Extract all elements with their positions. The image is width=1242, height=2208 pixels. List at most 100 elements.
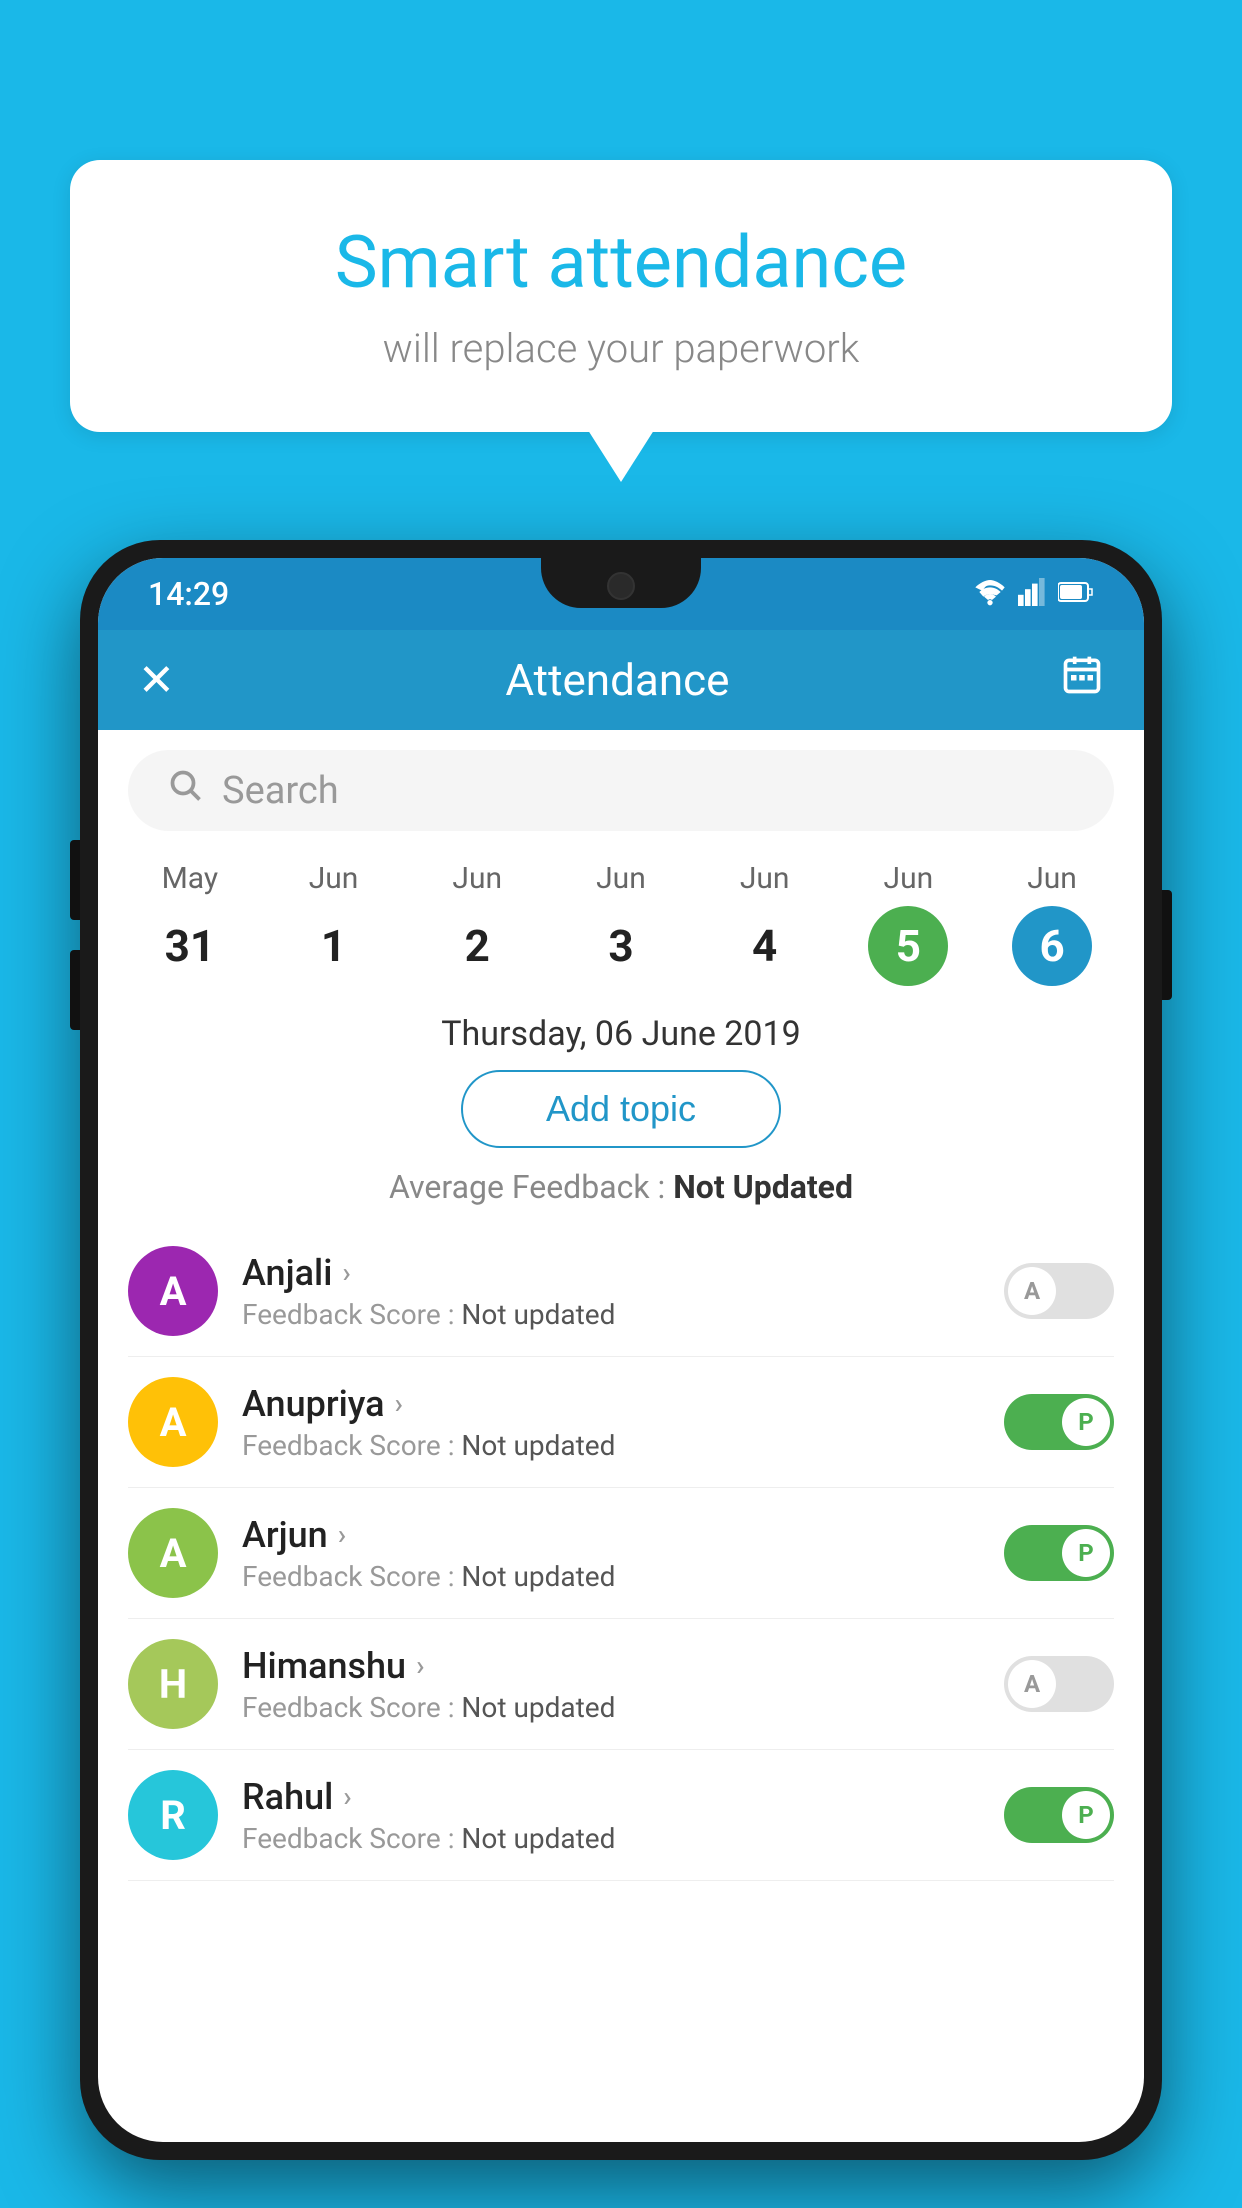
student-name: Anupriya › (242, 1383, 980, 1425)
status-icons (974, 578, 1094, 610)
student-feedback: Feedback Score : Not updated (242, 1429, 980, 1462)
cal-date-number[interactable]: 2 (437, 906, 517, 986)
student-info: Arjun › Feedback Score : Not updated (242, 1514, 980, 1593)
student-info: Himanshu › Feedback Score : Not updated (242, 1645, 980, 1724)
attendance-toggle[interactable]: P (1004, 1394, 1114, 1450)
cal-month-label: Jun (1027, 861, 1077, 896)
student-name: Arjun › (242, 1514, 980, 1556)
speech-bubble-title: Smart attendance (150, 220, 1092, 305)
cal-date-number[interactable]: 4 (725, 906, 805, 986)
student-avatar: H (128, 1639, 218, 1729)
app-header: ✕ Attendance (98, 630, 1144, 730)
toggle-knob: P (1062, 1791, 1110, 1839)
speech-bubble: Smart attendance will replace your paper… (70, 160, 1172, 432)
toggle-knob: A (1008, 1267, 1056, 1315)
selected-date-label: Thursday, 06 June 2019 (98, 1014, 1144, 1054)
calendar-strip: May 31 Jun 1 Jun 2 Jun 3 Jun 4 Jun 5 Jun 6 (98, 851, 1144, 986)
battery-icon (1058, 581, 1094, 607)
student-row[interactable]: R Rahul › Feedback Score : Not updated P (128, 1750, 1114, 1881)
student-row[interactable]: A Arjun › Feedback Score : Not updated P (128, 1488, 1114, 1619)
calendar-day-5[interactable]: Jun 5 (868, 861, 948, 986)
wifi-icon (974, 578, 1006, 610)
cal-date-number[interactable]: 3 (581, 906, 661, 986)
volume-down-button (70, 950, 80, 1030)
toggle-switch[interactable]: P (1004, 1525, 1114, 1581)
attendance-toggle[interactable]: P (1004, 1525, 1114, 1581)
student-feedback: Feedback Score : Not updated (242, 1822, 980, 1855)
student-name: Rahul › (242, 1776, 980, 1818)
phone-screen: 14:29 (98, 558, 1144, 2142)
header-title: Attendance (505, 654, 729, 706)
calendar-day-2[interactable]: Jun 2 (437, 861, 517, 986)
student-name: Anjali › (242, 1252, 980, 1294)
feedback-value: Not updated (461, 1560, 615, 1593)
student-row[interactable]: H Himanshu › Feedback Score : Not updated A (128, 1619, 1114, 1750)
calendar-day-0[interactable]: May 31 (150, 861, 230, 986)
cal-date-number[interactable]: 31 (150, 906, 230, 986)
calendar-day-3[interactable]: Jun 3 (581, 861, 661, 986)
student-info: Anjali › Feedback Score : Not updated (242, 1252, 980, 1331)
student-avatar: A (128, 1377, 218, 1467)
student-avatar: R (128, 1770, 218, 1860)
chevron-icon: › (395, 1387, 403, 1420)
cal-month-label: May (162, 861, 218, 896)
toggle-knob: P (1062, 1529, 1110, 1577)
phone-mockup: 14:29 (80, 540, 1162, 2208)
search-icon (168, 768, 204, 813)
average-feedback: Average Feedback : Not Updated (98, 1168, 1144, 1206)
add-topic-button[interactable]: Add topic (461, 1070, 781, 1148)
cal-date-number[interactable]: 1 (294, 906, 374, 986)
student-row[interactable]: A Anupriya › Feedback Score : Not updated P (128, 1357, 1114, 1488)
feedback-value: Not updated (461, 1822, 615, 1855)
toggle-switch[interactable]: A (1004, 1656, 1114, 1712)
calendar-day-1[interactable]: Jun 1 (294, 861, 374, 986)
chevron-icon: › (416, 1649, 424, 1682)
attendance-toggle[interactable]: A (1004, 1263, 1114, 1319)
attendance-toggle[interactable]: P (1004, 1787, 1114, 1843)
close-button[interactable]: ✕ (138, 654, 175, 706)
student-list: AAnjali ›Feedback Score : Not updatedAAA… (98, 1226, 1144, 1881)
attendance-toggle[interactable]: A (1004, 1656, 1114, 1712)
front-camera (607, 572, 635, 600)
chevron-icon: › (343, 1780, 351, 1813)
avg-feedback-value: Not Updated (673, 1168, 853, 1206)
student-info: Anupriya › Feedback Score : Not updated (242, 1383, 980, 1462)
student-feedback: Feedback Score : Not updated (242, 1560, 980, 1593)
phone-outer: 14:29 (80, 540, 1162, 2160)
toggle-switch[interactable]: P (1004, 1787, 1114, 1843)
student-avatar: A (128, 1246, 218, 1336)
calendar-day-6[interactable]: Jun 6 (1012, 861, 1092, 986)
cal-month-label: Jun (452, 861, 502, 896)
cal-month-label: Jun (740, 861, 790, 896)
toggle-switch[interactable]: P (1004, 1394, 1114, 1450)
speech-bubble-subtitle: will replace your paperwork (150, 325, 1092, 372)
student-row[interactable]: A Anjali › Feedback Score : Not updated A (128, 1226, 1114, 1357)
toggle-knob: P (1062, 1398, 1110, 1446)
student-info: Rahul › Feedback Score : Not updated (242, 1776, 980, 1855)
student-feedback: Feedback Score : Not updated (242, 1691, 980, 1724)
cal-month-label: Jun (309, 861, 359, 896)
chevron-icon: › (338, 1518, 346, 1551)
power-button (1162, 890, 1172, 1000)
student-feedback: Feedback Score : Not updated (242, 1298, 980, 1331)
calendar-icon[interactable] (1060, 653, 1104, 707)
search-placeholder: Search (222, 769, 339, 813)
cal-month-label: Jun (596, 861, 646, 896)
volume-up-button (70, 840, 80, 920)
feedback-value: Not updated (461, 1691, 615, 1724)
toggle-knob: A (1008, 1660, 1056, 1708)
student-name: Himanshu › (242, 1645, 980, 1687)
student-avatar: A (128, 1508, 218, 1598)
cal-date-number[interactable]: 6 (1012, 906, 1092, 986)
cal-date-number[interactable]: 5 (868, 906, 948, 986)
chevron-icon: › (342, 1256, 350, 1289)
avg-feedback-label: Average Feedback : (389, 1168, 673, 1206)
phone-notch (541, 558, 701, 608)
feedback-value: Not updated (461, 1429, 615, 1462)
toggle-switch[interactable]: A (1004, 1263, 1114, 1319)
cal-month-label: Jun (884, 861, 934, 896)
signal-icon (1018, 578, 1046, 610)
search-bar[interactable]: Search (128, 750, 1114, 831)
calendar-day-4[interactable]: Jun 4 (725, 861, 805, 986)
speech-bubble-container: Smart attendance will replace your paper… (70, 160, 1172, 432)
